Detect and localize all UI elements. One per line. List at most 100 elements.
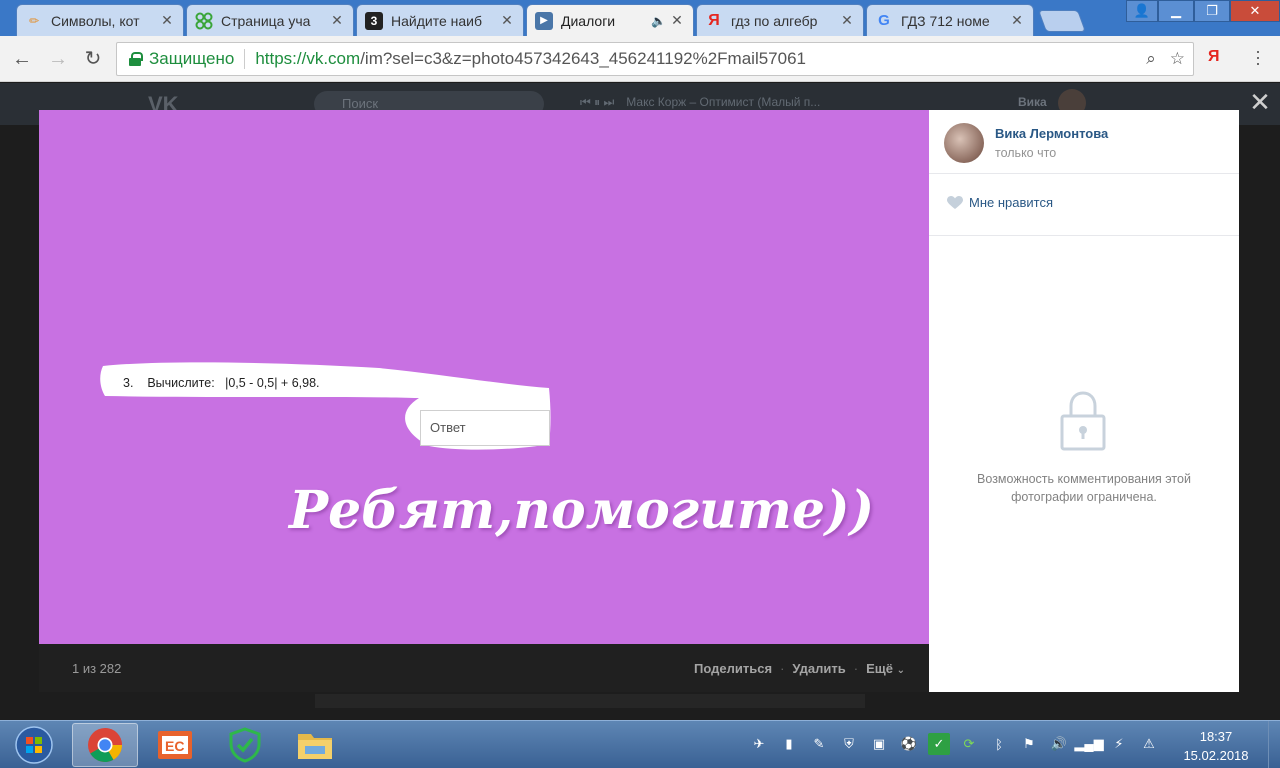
close-tab-icon[interactable]: ✕ [499, 12, 515, 29]
divider [244, 49, 246, 69]
minimize-button[interactable]: ▁ [1158, 0, 1194, 22]
share-button[interactable]: Поделиться [694, 661, 772, 676]
tab-title: ГДЗ 712 номе [901, 12, 990, 29]
tab-gdz-algebra[interactable]: Я гдз по алгебр ✕ [696, 4, 864, 36]
svg-text:EC: EC [165, 738, 184, 754]
bookmark-star-icon[interactable]: ☆ [1170, 49, 1185, 69]
tab-title: Страница уча [221, 12, 311, 29]
photo-caption: Ребят,помогите)) [289, 480, 875, 541]
new-tab-button[interactable] [1037, 10, 1087, 32]
signal-icon[interactable]: ▂▄▆ [1074, 733, 1103, 755]
network-icon[interactable]: ⚠ [1138, 733, 1160, 755]
tab-title: Найдите наиб [391, 12, 482, 29]
omnibox-actions: ⌕ ☆ [1146, 49, 1185, 69]
more-label: Ещё [866, 661, 893, 676]
power-icon[interactable]: ⚡ [1108, 733, 1130, 755]
presentation-icon: EC [158, 731, 192, 759]
close-window-button[interactable]: ✕ [1230, 0, 1280, 22]
tab-symbols[interactable]: ✏ Символы, кот ✕ [16, 4, 184, 36]
znanija-icon: 3 [365, 11, 383, 30]
shield-icon[interactable]: ⛨ [838, 733, 860, 755]
url-host: https://vk.com [255, 49, 361, 68]
yandex-icon: Я [708, 11, 720, 29]
back-arrow-icon[interactable]: ← [10, 47, 34, 71]
tab-find-max[interactable]: 3 Найдите наиб ✕ [356, 4, 524, 36]
photo-counter: 1 из 282 [72, 661, 122, 676]
close-tab-icon[interactable]: ✕ [1009, 12, 1025, 29]
chevron-down-icon: ⌄ [896, 665, 905, 676]
file-explorer-icon [298, 734, 332, 759]
browser-menu-icon[interactable]: · · · [1250, 42, 1266, 72]
photo-image[interactable]: 3. Вычислите: |0,5 - 0,5| + 6,98. Ответ … [39, 110, 929, 644]
lock-icon [1060, 391, 1106, 451]
close-tab-icon[interactable]: ✕ [839, 12, 855, 29]
maximize-button[interactable]: ❐ [1194, 0, 1230, 22]
more-button[interactable]: Ещё ⌄ [866, 661, 905, 676]
author-avatar[interactable] [944, 123, 984, 163]
usb-icon[interactable]: ▮ [778, 733, 800, 755]
separator-dot: · [780, 661, 785, 676]
explorer-taskbar-button[interactable] [282, 723, 348, 767]
windows-taskbar: EC ✈ ▮ ✎ ⛨ ▣ ⚽ ✓ ⟳ ᛒ ⚑ 🔊 ▂▄▆ ⚡ ⚠ 18:37 1… [0, 720, 1280, 768]
tab-title: гдз по алгебр [731, 12, 818, 29]
clock-date: 15.02.2018 [1183, 748, 1249, 763]
reload-icon[interactable]: ↻ [81, 47, 105, 71]
check-icon[interactable]: ✓ [928, 733, 950, 755]
profile-icon[interactable]: 👤 [1126, 0, 1158, 22]
viewer-scroll-area [315, 694, 865, 708]
photo-sidebar: Вика Лермонтова только что Мне нравится … [929, 110, 1239, 692]
heart-icon[interactable] [947, 196, 963, 210]
vk-audio-player: ⏮ ⏸ ⏭ Макс Корж – Оптимист (Малый п... [580, 95, 820, 110]
shield-check-icon [229, 727, 261, 763]
tab-dialogs[interactable]: ▶ Диалоги 🔈 ✕ [526, 4, 694, 36]
answer-field-image: Ответ [420, 410, 550, 446]
like-button[interactable]: Мне нравится [969, 195, 1053, 210]
close-tab-icon[interactable]: ✕ [159, 12, 175, 29]
tab-gdz-712[interactable]: G ГДЗ 712 номе ✕ [866, 4, 1034, 36]
bluetooth-icon[interactable]: ᛒ [988, 733, 1010, 755]
chrome-icon [88, 728, 122, 762]
url-path: /im?sel=c3&z=photo457342643_456241192%2F… [360, 49, 806, 68]
chrome-taskbar-button[interactable] [72, 723, 138, 767]
secure-label: Защищено [149, 49, 235, 68]
delete-button[interactable]: Удалить [792, 661, 845, 676]
system-tray: ✈ ▮ ✎ ⛨ ▣ ⚽ ✓ ⟳ ᛒ ⚑ 🔊 ▂▄▆ ⚡ ⚠ [748, 733, 1160, 755]
tray-tool-icon[interactable]: ✎ [808, 733, 830, 755]
clock-time: 18:37 [1199, 729, 1233, 744]
show-desktop-button[interactable] [1268, 721, 1280, 768]
lock-icon [129, 52, 143, 66]
vk-user-name[interactable]: Вика [1018, 95, 1047, 109]
zoom-icon[interactable]: ⌕ [1146, 49, 1156, 69]
browser-toolbar: ← → ↻ Защищено https://vk.com/im?sel=c3&… [0, 36, 1280, 82]
author-name[interactable]: Вика Лермонтова [995, 126, 1108, 141]
grid-icon [195, 12, 213, 30]
viewer-bottom-bar: 1 из 282 Поделиться · Удалить · Ещё ⌄ [39, 644, 929, 692]
close-viewer-icon[interactable]: ✕ [1248, 89, 1272, 115]
close-tab-icon[interactable]: ✕ [329, 12, 345, 29]
tray-app-icon[interactable]: ✈ [748, 733, 770, 755]
speaker-icon[interactable]: 🔈 [651, 14, 669, 28]
soccer-icon[interactable]: ⚽ [898, 733, 920, 755]
window-controls: 👤 ▁ ❐ ✕ [1126, 0, 1280, 22]
sync-icon[interactable]: ⟳ [958, 733, 980, 755]
forward-arrow-icon[interactable]: → [46, 47, 70, 71]
author-block: Вика Лермонтова только что [929, 110, 1239, 174]
tab-title: Диалоги [561, 12, 616, 29]
system-clock[interactable]: 18:37 15.02.2018 [1170, 727, 1262, 765]
presentation-taskbar-button[interactable]: EC [142, 723, 208, 767]
yandex-extension-icon[interactable]: Я [1208, 48, 1220, 66]
monitor-icon[interactable]: ▣ [868, 733, 890, 755]
like-row: Мне нравится [929, 174, 1239, 236]
close-tab-icon[interactable]: ✕ [669, 12, 685, 29]
tab-title: Символы, кот [51, 12, 140, 29]
now-playing[interactable]: Макс Корж – Оптимист (Малый п... [626, 95, 820, 110]
question-text: 3. Вычислите: |0,5 - 0,5| + 6,98. [123, 376, 320, 390]
play-controls-icon[interactable]: ⏮ ⏸ ⏭ [580, 95, 614, 110]
url-text: https://vk.com/im?sel=c3&z=photo45734264… [255, 49, 806, 69]
address-bar[interactable]: Защищено https://vk.com/im?sel=c3&z=phot… [116, 42, 1194, 76]
start-button-icon[interactable] [4, 723, 56, 767]
volume-icon[interactable]: 🔊 [1048, 733, 1070, 755]
tab-student-page[interactable]: Страница уча ✕ [186, 4, 354, 36]
flag-icon[interactable]: ⚑ [1018, 733, 1040, 755]
security-taskbar-button[interactable] [212, 723, 278, 767]
